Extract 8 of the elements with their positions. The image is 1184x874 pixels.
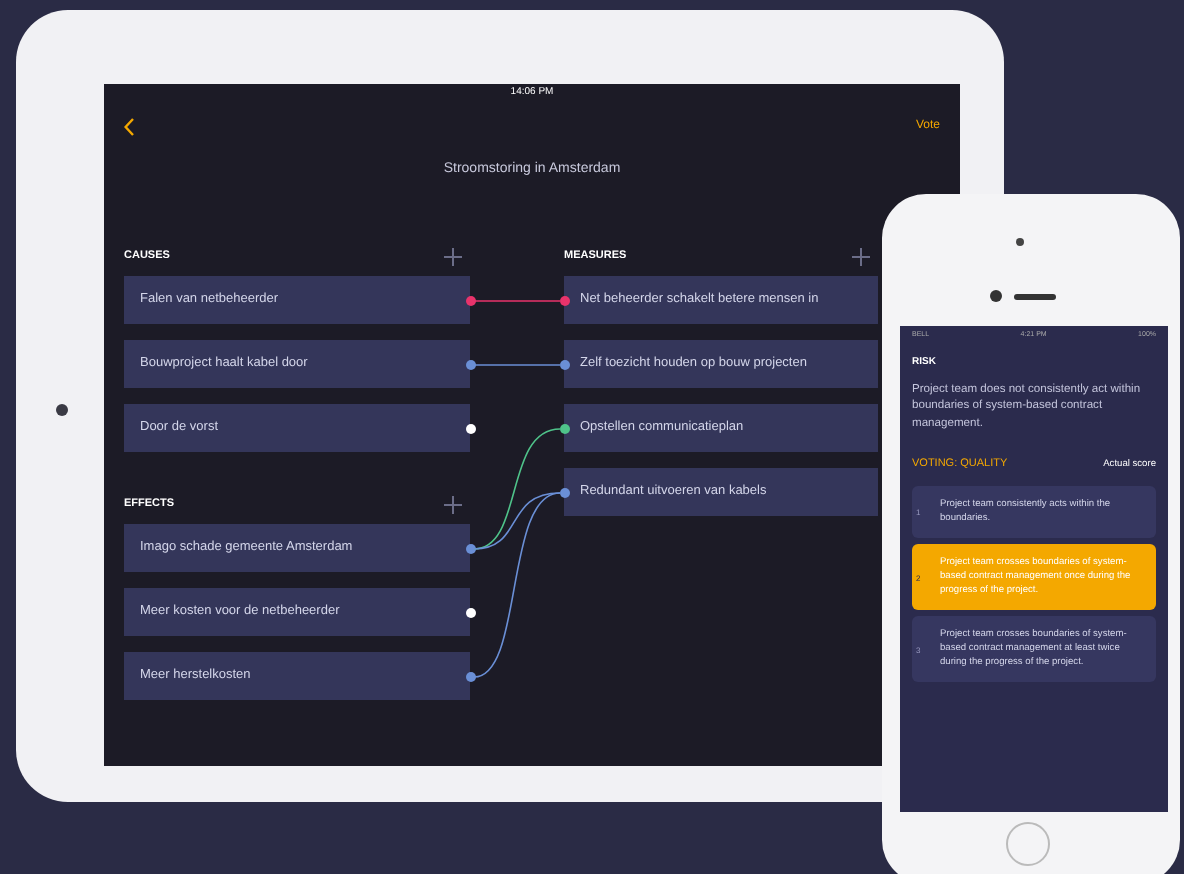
add-icon[interactable] bbox=[444, 247, 462, 265]
sensor-icon bbox=[1016, 238, 1024, 246]
home-button[interactable] bbox=[56, 404, 68, 416]
speaker-icon bbox=[1014, 294, 1056, 300]
camera-icon bbox=[990, 290, 1002, 302]
add-icon[interactable] bbox=[444, 495, 462, 513]
back-icon[interactable] bbox=[124, 117, 134, 135]
add-icon[interactable] bbox=[852, 247, 870, 265]
